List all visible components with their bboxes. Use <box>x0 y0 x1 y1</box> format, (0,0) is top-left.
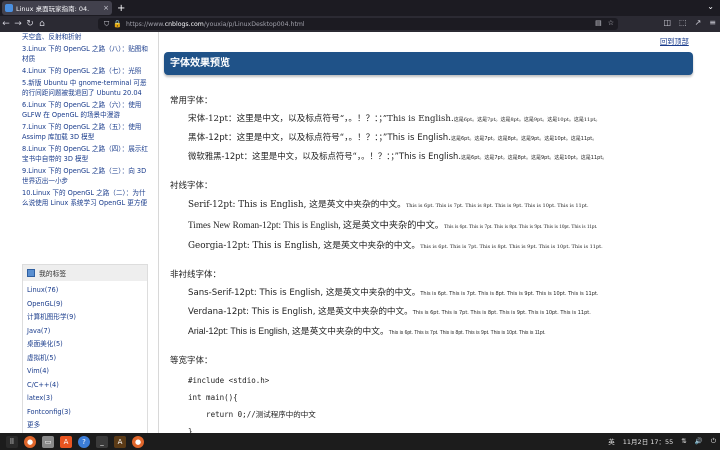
sidebar: 天空盒、反射和折射 3.Linux 下的 OpenGL 之路（八）：贴图和材质 … <box>22 32 148 433</box>
section-title: 衬线字体： <box>170 181 213 191</box>
power-icon[interactable]: ⏻ <box>711 437 716 446</box>
firefox-active-icon[interactable]: ● <box>132 435 144 448</box>
tab-list-chevron-icon[interactable]: ⌄ <box>707 2 714 11</box>
font-sample-line: Sans-Serif-12pt: This is English, 这是英文中夹… <box>188 288 599 298</box>
tag-link[interactable]: OpenGL(9) <box>27 298 143 312</box>
font-sample-line: 宋体-12pt：这里是中文，以及标点符号“，。！？：；”This is Engl… <box>188 114 601 124</box>
help-icon[interactable]: ? <box>78 435 90 448</box>
list-item[interactable]: 5.新版 Ubuntu 中 gnome-terminal 可恶的行间距问题被我退… <box>22 78 148 98</box>
app-grid-icon[interactable]: ⠿ <box>6 435 18 448</box>
font-sample-line: Arial-12pt: This is English, 这是英文中夹杂的中文。… <box>188 326 546 336</box>
tab-title: Linux 桌面玩家指南: 04. <box>16 5 90 13</box>
tab-close-icon[interactable]: × <box>103 4 109 12</box>
pocket-icon[interactable]: ◫ <box>663 18 671 27</box>
tag-link[interactable]: Linux(76) <box>27 284 143 298</box>
share-icon[interactable]: ↗ <box>695 18 702 27</box>
shield-icon[interactable]: ⛉ <box>104 20 109 29</box>
list-item[interactable]: 天空盒、反射和折射 <box>22 32 148 42</box>
list-item[interactable]: 7.Linux 下的 OpenGL 之路（五）：使用 Assimp 库加载 3D… <box>22 122 148 142</box>
font-sample-line: 黑体-12pt：这里是中文，以及标点符号“，。！？：；”This is Engl… <box>188 133 598 143</box>
tag-link[interactable]: 桌面美化(5) <box>27 338 143 352</box>
nav-bar: ← → ↻ ⌂ ⛉ 🔒 https://www.cnblogs.com/youx… <box>0 16 720 32</box>
font-sample-line: 微软雅黑-12pt：这里是中文，以及标点符号“，。！？：；”This is En… <box>188 151 608 161</box>
clock[interactable]: 11月2日 17：55 <box>623 436 674 446</box>
tag-link[interactable]: latex(3) <box>27 392 143 406</box>
tag-link[interactable]: C/C++(4) <box>27 379 143 393</box>
tag-icon <box>27 269 35 277</box>
reader-view-icon[interactable]: ▤ <box>595 19 602 27</box>
column-divider <box>158 32 159 433</box>
list-item[interactable]: 4.Linux 下的 OpenGL 之路（七）：光照 <box>22 66 148 76</box>
site-favicon-icon <box>5 4 13 12</box>
code-line: int main(){ <box>188 393 238 402</box>
web-page: 天空盒、反射和折射 3.Linux 下的 OpenGL 之路（八）：贴图和材质 … <box>0 32 720 433</box>
text-editor-icon[interactable]: A <box>114 435 126 448</box>
font-sample-line: Georgia-12pt: This is English, 这是英文中夹杂的中… <box>188 241 603 251</box>
tags-panel: 我的标签 Linux(76) OpenGL(9) 计算机图形学(9) Java(… <box>22 264 148 433</box>
tag-link[interactable]: Java(7) <box>27 325 143 339</box>
home-icon[interactable]: ⌂ <box>36 19 48 29</box>
taskbar: ⠿ ● ▭ A ? _ A ● 英 11月2日 17：55 ⇅ 🔊 ⏻ <box>0 433 720 450</box>
list-item[interactable]: 8.Linux 下的 OpenGL 之路（四）：展示红宝书中自带的 3D 模型 <box>22 144 148 164</box>
tag-link[interactable]: Fontconfig(3) <box>27 406 143 420</box>
tab-bar: Linux 桌面玩家指南: 04. × + ⌄ <box>0 0 720 16</box>
section-title: 非衬线字体： <box>170 270 222 280</box>
font-sample-line: Serif-12pt: This is English, 这是英文中夹杂的中文。… <box>188 200 589 210</box>
tab-active[interactable]: Linux 桌面玩家指南: 04. × <box>2 1 112 15</box>
software-center-icon[interactable]: A <box>60 435 72 448</box>
address-bar[interactable]: ⛉ 🔒 https://www.cnblogs.com/youxia/p/Lin… <box>98 18 618 30</box>
font-sample-line: Times New Roman-12pt: This is English, 这… <box>188 220 598 230</box>
section-title: 等宽字体： <box>170 356 213 366</box>
firefox-icon[interactable]: ● <box>24 435 36 448</box>
bookmark-star-icon[interactable]: ☆ <box>608 19 614 27</box>
list-item[interactable]: 3.Linux 下的 OpenGL 之路（八）：贴图和材质 <box>22 44 148 64</box>
list-item[interactable]: 10.Linux 下的 OpenGL 之路（二）：为什么说使用 Linux 系统… <box>22 188 148 208</box>
tag-link[interactable]: Vim(4) <box>27 365 143 379</box>
forward-arrow-icon[interactable]: → <box>12 19 24 29</box>
article-body: 常用字体： 宋体-12pt：这里是中文，以及标点符号“，。！？：；”This i… <box>170 94 700 433</box>
list-item[interactable]: 6.Linux 下的 OpenGL 之路（六）：使用 GLFW 在 OpenGL… <box>22 100 148 120</box>
code-line: #include <stdio.h> <box>188 376 270 385</box>
lock-icon[interactable]: 🔒 <box>113 20 122 28</box>
new-tab-button[interactable]: + <box>117 3 125 14</box>
volume-icon[interactable]: 🔊 <box>695 437 703 445</box>
input-method-indicator[interactable]: 英 <box>608 436 615 446</box>
extensions-icon[interactable]: ⬚ <box>679 18 687 27</box>
back-arrow-icon[interactable]: ← <box>0 19 12 29</box>
section-title: 常用字体： <box>170 96 213 106</box>
code-line: return 0;//测试程序中的中文 <box>188 410 316 419</box>
font-sample-line: Verdana-12pt: This is English, 这是英文中夹杂的中… <box>188 307 591 317</box>
tags-list: Linux(76) OpenGL(9) 计算机图形学(9) Java(7) 桌面… <box>23 281 147 433</box>
system-tray: 英 11月2日 17：55 ⇅ 🔊 ⏻ <box>608 436 716 447</box>
url-text[interactable]: https://www.cnblogs.com/youxia/p/LinuxDe… <box>126 21 305 28</box>
recent-posts-list: 天空盒、反射和折射 3.Linux 下的 OpenGL 之路（八）：贴图和材质 … <box>22 32 148 208</box>
reload-icon[interactable]: ↻ <box>24 19 36 29</box>
network-icon[interactable]: ⇅ <box>681 437 686 445</box>
menu-icon[interactable]: ≡ <box>709 18 716 27</box>
tag-link[interactable]: 虚拟机(5) <box>27 352 143 366</box>
more-tags-link[interactable]: 更多 <box>27 419 143 433</box>
back-to-top-link[interactable]: 回到顶部 <box>660 37 689 47</box>
tags-title: 我的标签 <box>39 270 67 278</box>
tag-link[interactable]: 计算机图形学(9) <box>27 311 143 325</box>
list-item[interactable]: 9.Linux 下的 OpenGL 之路（三）：向 3D 世界迈出一小步 <box>22 166 148 186</box>
tags-header: 我的标签 <box>23 265 147 281</box>
section-heading: 字体效果预览 <box>164 52 693 75</box>
code-line: } <box>188 427 193 433</box>
terminal-icon[interactable]: _ <box>96 435 108 448</box>
files-icon[interactable]: ▭ <box>42 435 54 448</box>
